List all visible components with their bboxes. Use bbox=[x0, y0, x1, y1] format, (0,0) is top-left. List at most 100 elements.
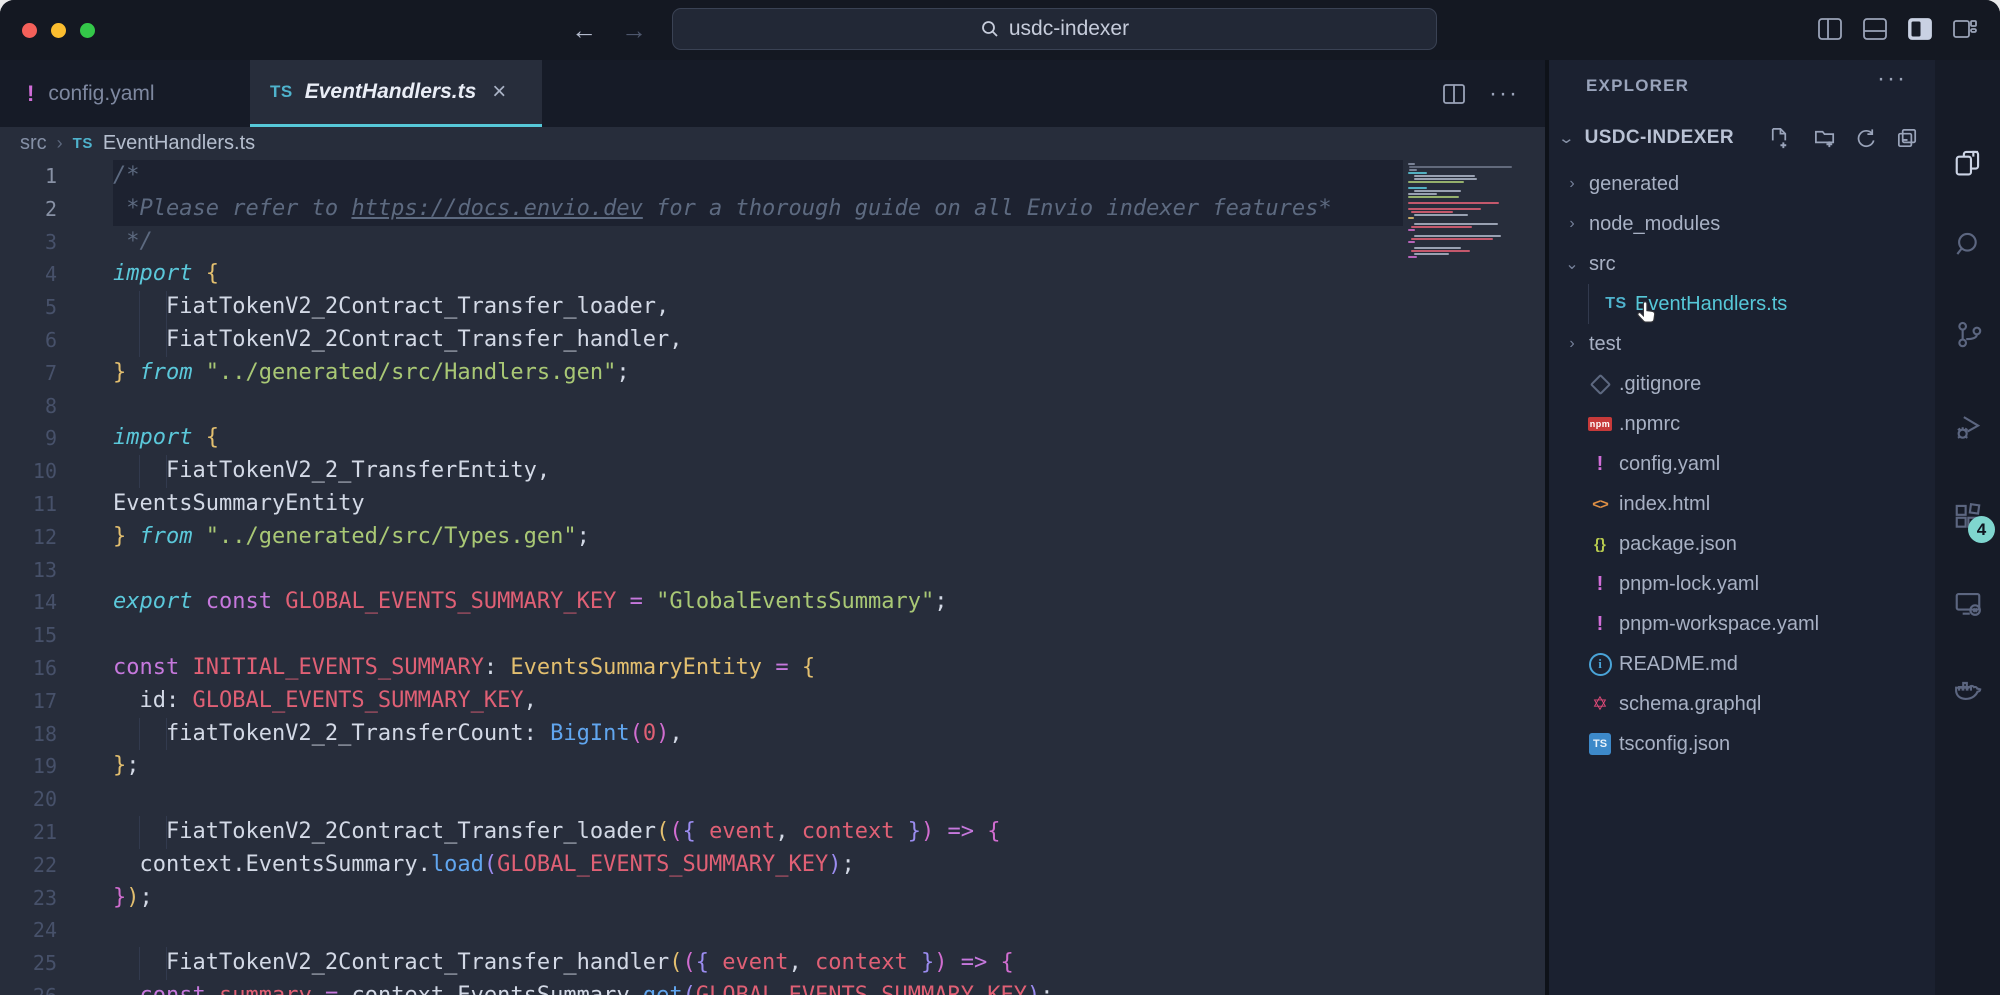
tree-file-package-json[interactable]: {}package.json bbox=[1549, 524, 1935, 564]
tree-folder-src[interactable]: ⌄src bbox=[1549, 244, 1935, 284]
debug bbox=[1952, 410, 1984, 442]
line-number: 9 bbox=[0, 422, 113, 455]
search-value: usdc-indexer bbox=[1009, 17, 1129, 41]
layout-sidebar-left-icon[interactable] bbox=[1817, 16, 1843, 42]
minimap-line bbox=[1408, 244, 1525, 246]
split-editor-icon[interactable] bbox=[1441, 81, 1467, 107]
layout-sidebar-right-icon-active[interactable] bbox=[1907, 16, 1933, 42]
activity-search-icon[interactable] bbox=[1935, 228, 2000, 260]
chevron-right-icon[interactable]: › bbox=[1559, 335, 1585, 353]
code-line[interactable]: 5 FiatTokenV2_2Contract_Transfer_loader, bbox=[0, 291, 1545, 324]
collapse-all-icon[interactable] bbox=[1895, 126, 1920, 151]
command-center-search[interactable]: usdc-indexer bbox=[672, 8, 1437, 50]
editor-more-actions-icon[interactable]: ··· bbox=[1489, 89, 1519, 99]
tree-item-label: src bbox=[1589, 253, 1616, 276]
layout-customize-icon[interactable] bbox=[1952, 16, 1978, 42]
code-line[interactable]: 4import { bbox=[0, 258, 1545, 291]
code-line[interactable]: 21 FiatTokenV2_2Contract_Transfer_loader… bbox=[0, 816, 1545, 849]
code-text: } from "../generated/src/Types.gen"; bbox=[113, 521, 590, 554]
tree-file-config-yaml[interactable]: !config.yaml bbox=[1549, 444, 1935, 484]
minimap-line bbox=[1408, 232, 1525, 234]
new-file-icon[interactable] bbox=[1767, 126, 1792, 151]
code-line[interactable]: 12} from "../generated/src/Types.gen"; bbox=[0, 521, 1545, 554]
tab-config-yaml[interactable]: ! config.yaml bbox=[0, 60, 250, 127]
code-line[interactable]: 1/* bbox=[0, 160, 1545, 193]
code-line[interactable]: 18 fiatTokenV2_2_TransferCount: BigInt(0… bbox=[0, 718, 1545, 751]
code-line[interactable]: 11EventsSummaryEntity bbox=[0, 488, 1545, 521]
tab-eventhandlers-ts[interactable]: TS EventHandlers.ts × bbox=[250, 60, 542, 127]
code-text: FiatTokenV2_2Contract_Transfer_loader, bbox=[113, 291, 669, 324]
breadcrumb-file[interactable]: EventHandlers.ts bbox=[103, 132, 255, 155]
code-line[interactable]: 17 id: GLOBAL_EVENTS_SUMMARY_KEY, bbox=[0, 685, 1545, 718]
chevron-right-icon[interactable]: › bbox=[1559, 175, 1585, 193]
breadcrumb-folder[interactable]: src bbox=[20, 132, 47, 155]
code-line[interactable]: 8 bbox=[0, 390, 1545, 423]
code-text: fiatTokenV2_2_TransferCount: BigInt(0), bbox=[113, 718, 683, 751]
code-line[interactable]: 25 FiatTokenV2_2Contract_Transfer_handle… bbox=[0, 947, 1545, 980]
minimap[interactable] bbox=[1408, 163, 1525, 259]
activity-docker-icon[interactable] bbox=[1935, 674, 2000, 706]
activity-debug-icon[interactable] bbox=[1935, 410, 2000, 442]
new-folder-icon[interactable] bbox=[1813, 126, 1838, 151]
activity-remote-icon[interactable] bbox=[1935, 587, 2000, 619]
code-line[interactable]: 22 context.EventsSummary.load(GLOBAL_EVE… bbox=[0, 849, 1545, 882]
code-line[interactable]: 13 bbox=[0, 554, 1545, 587]
code-line[interactable]: 24 bbox=[0, 914, 1545, 947]
minimize-window-button[interactable] bbox=[51, 23, 66, 38]
nav-back-icon[interactable]: ← bbox=[568, 14, 600, 46]
code-line[interactable]: 20 bbox=[0, 783, 1545, 816]
minimap-line bbox=[1408, 229, 1415, 231]
ts-file-icon: TS bbox=[270, 82, 293, 102]
tree-file-tsconfig-json[interactable]: TStsconfig.json bbox=[1549, 724, 1935, 764]
line-number: 25 bbox=[0, 947, 113, 980]
tree-file-pnpm-lock-yaml[interactable]: !pnpm-lock.yaml bbox=[1549, 564, 1935, 604]
tree-file-index-html[interactable]: <>index.html bbox=[1549, 484, 1935, 524]
tree-file-pnpm-workspace-yaml[interactable]: !pnpm-workspace.yaml bbox=[1549, 604, 1935, 644]
tree-folder-node-modules[interactable]: ›node_modules bbox=[1549, 204, 1935, 244]
close-tab-icon[interactable]: × bbox=[492, 82, 506, 102]
activity-extensions-icon[interactable]: 4 bbox=[1935, 500, 2000, 532]
minimap-line bbox=[1408, 202, 1499, 204]
chevron-right-icon[interactable]: › bbox=[1559, 215, 1585, 233]
layout-panel-icon[interactable] bbox=[1862, 16, 1888, 42]
tree-file-eventhandlers-ts[interactable]: TSEventHandlers.ts bbox=[1549, 284, 1935, 324]
nav-forward-icon[interactable]: → bbox=[618, 14, 650, 46]
code-line[interactable]: 2 *Please refer to https://docs.envio.de… bbox=[0, 193, 1545, 226]
code-line[interactable]: 16const INITIAL_EVENTS_SUMMARY: EventsSu… bbox=[0, 652, 1545, 685]
tree-folder-test[interactable]: ›test bbox=[1549, 324, 1935, 364]
explorer-more-actions-icon[interactable]: ··· bbox=[1877, 74, 1907, 84]
line-number: 5 bbox=[0, 291, 113, 324]
minimap-line bbox=[1411, 250, 1470, 252]
tree-file--npmrc[interactable]: npm.npmrc bbox=[1549, 404, 1935, 444]
code-line[interactable]: 23}); bbox=[0, 882, 1545, 915]
workspace-section-header[interactable]: ⌄ USDC-INDEXER bbox=[1549, 112, 1935, 164]
tree-file-readme-md[interactable]: iREADME.md bbox=[1549, 644, 1935, 684]
code-line[interactable]: 15 bbox=[0, 619, 1545, 652]
tree-file--gitignore[interactable]: .gitignore bbox=[1549, 364, 1935, 404]
chevron-down-icon[interactable]: ⌄ bbox=[1559, 254, 1585, 274]
tree-folder-generated[interactable]: ›generated bbox=[1549, 164, 1935, 204]
breadcrumb[interactable]: src › TS EventHandlers.ts bbox=[0, 127, 1545, 160]
code-line[interactable]: 7} from "../generated/src/Handlers.gen"; bbox=[0, 357, 1545, 390]
code-line[interactable]: 9import { bbox=[0, 422, 1545, 455]
tree-item-label: package.json bbox=[1619, 533, 1737, 556]
code-line[interactable]: 6 FiatTokenV2_2Contract_Transfer_handler… bbox=[0, 324, 1545, 357]
activity-files-icon[interactable] bbox=[1935, 146, 2000, 178]
tree-file-schema-graphql[interactable]: ✡schema.graphql bbox=[1549, 684, 1935, 724]
readme-info-icon: i bbox=[1589, 653, 1612, 676]
tree-item-label: index.html bbox=[1619, 493, 1710, 516]
tree-item-label: pnpm-workspace.yaml bbox=[1619, 613, 1819, 636]
code-editor[interactable]: 1/*2 *Please refer to https://docs.envio… bbox=[0, 160, 1545, 995]
layout-sidebar-right-icon-active bbox=[1907, 16, 1933, 42]
close-window-button[interactable] bbox=[22, 23, 37, 38]
activity-source-control-icon[interactable] bbox=[1935, 318, 2000, 350]
line-number: 18 bbox=[0, 718, 113, 751]
code-line[interactable]: 10 FiatTokenV2_2_TransferEntity, bbox=[0, 455, 1545, 488]
code-line[interactable]: 3 */ bbox=[0, 226, 1545, 259]
refresh-icon[interactable] bbox=[1853, 126, 1878, 151]
code-line[interactable]: 26 const summary = context.EventsSummary… bbox=[0, 980, 1545, 995]
code-line[interactable]: 19}; bbox=[0, 750, 1545, 783]
code-line[interactable]: 14export const GLOBAL_EVENTS_SUMMARY_KEY… bbox=[0, 586, 1545, 619]
tree-item-label: generated bbox=[1589, 173, 1679, 196]
zoom-window-button[interactable] bbox=[80, 23, 95, 38]
